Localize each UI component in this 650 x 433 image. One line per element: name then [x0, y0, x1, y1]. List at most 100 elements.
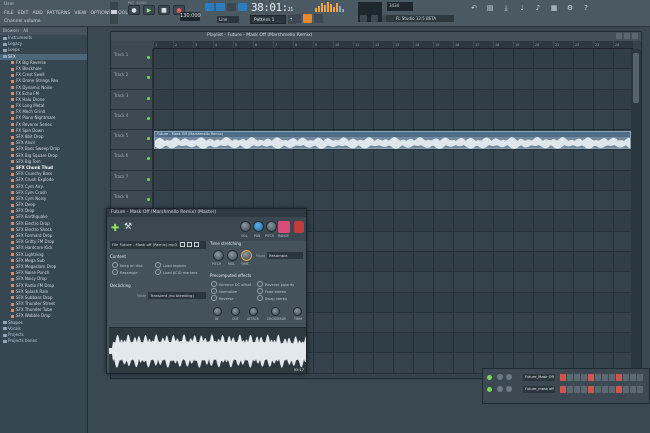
ts-mode-select[interactable]: Resample [267, 252, 303, 259]
track-lane[interactable] [153, 150, 633, 170]
microphone-icon[interactable]: ♩ [518, 4, 526, 12]
browser-header[interactable]: Browser - All [0, 27, 87, 35]
track-mute-led[interactable] [147, 76, 150, 80]
wait-icon[interactable] [216, 3, 225, 11]
channel-mute-led[interactable] [487, 387, 492, 392]
snap-mode-select[interactable]: Line [217, 16, 239, 23]
menu-options[interactable]: OPTIONS [90, 11, 111, 16]
plugin-icon[interactable]: ♪ [534, 4, 542, 12]
channel-mute-led[interactable] [487, 375, 492, 380]
wrench-icon[interactable]: ⚒ [124, 222, 132, 232]
channel-name-button[interactable]: Future_mask off [523, 386, 555, 393]
sample-window-title[interactable]: Future - Mask Off (Marshmello Remix) (Ma… [107, 209, 306, 217]
playlist-titlebar[interactable]: Playlist - Future - Mask Off (Marshmello… [111, 32, 641, 41]
open-file-icon[interactable] [180, 242, 185, 247]
keep-on-disk-option[interactable]: Keep on disk [112, 262, 143, 268]
ts-pitch-knob[interactable] [213, 250, 224, 261]
audio-clip[interactable]: Future - Mask Off (Marshmello Remix) [154, 131, 631, 150]
pitch-knob[interactable] [266, 221, 277, 232]
menu-edit[interactable]: EDIT [18, 11, 29, 16]
blend-notes-icon[interactable] [314, 14, 323, 23]
pattern-selector[interactable]: Pattern 1 [250, 15, 286, 24]
track-header[interactable]: Track 3 [111, 89, 153, 109]
tempo-display[interactable]: 130.000 [180, 12, 201, 21]
range-button[interactable] [278, 221, 290, 233]
track-select-button[interactable] [294, 221, 304, 233]
channel-settings-icon[interactable]: ✚ [111, 223, 119, 234]
remove-dc-offset-option[interactable]: Remove DC offset [211, 281, 251, 287]
save-icon[interactable]: ▤ [486, 4, 494, 12]
crossfade-knob[interactable] [271, 307, 280, 316]
track-lane[interactable]: Future - Mask Off (Marshmello Remix) [153, 130, 633, 150]
declick-mode-select[interactable]: Transient (no bleeding) [148, 292, 206, 299]
track-mute-led[interactable] [147, 56, 150, 59]
playlist-scrollbar[interactable] [631, 49, 641, 379]
reverse-polarity-option[interactable]: Reverse polarity [257, 281, 294, 287]
undo-icon[interactable]: ↶ [470, 4, 478, 12]
sample-waveform[interactable]: 03:17 [109, 327, 306, 373]
pat-song-toggle[interactable]: ● [128, 5, 140, 15]
out-knob[interactable] [231, 307, 240, 316]
volume-knob[interactable] [240, 221, 251, 232]
stop-button[interactable]: ■ [158, 5, 170, 15]
channel-volume-knob[interactable] [497, 386, 503, 392]
track-lane[interactable] [153, 170, 633, 191]
channel-pan-knob[interactable] [506, 374, 512, 380]
track-header[interactable]: Track 2 [111, 69, 153, 89]
playlist-tools[interactable] [111, 41, 153, 49]
timeline-ruler[interactable]: 1 2 3 4 5 6 7 8 9 10 11 12 13 14 15 16 17 18 19 20 21 22 23 24 [153, 41, 633, 49]
track-header[interactable]: Track 6 [111, 150, 153, 170]
song-time-display[interactable]: 38:01:21 [251, 1, 293, 14]
browser-icon[interactable]: ▦ [550, 4, 558, 12]
export-icon[interactable]: ⤓ [502, 4, 510, 12]
swap-stereo-option[interactable]: Swap stereo [257, 295, 287, 301]
track-lane[interactable] [153, 69, 633, 89]
load-regions-option[interactable]: Load regions [155, 262, 186, 268]
help-icon[interactable]: ? [582, 4, 590, 12]
piano-roll-icon[interactable] [371, 15, 378, 22]
track-header[interactable]: Track 4 [111, 109, 153, 130]
track-mute-led[interactable] [147, 157, 150, 161]
loop-record-icon[interactable] [238, 3, 247, 11]
menu-patterns[interactable]: PATTERNS [47, 11, 71, 16]
settings-icon[interactable]: ⚙ [566, 4, 574, 12]
news-ticker[interactable]: FL Studio 12.5 BETA [386, 15, 454, 22]
normalize-option[interactable]: Normalize [211, 288, 237, 294]
load-acid-markers-option[interactable]: Load ACID markers [155, 269, 197, 275]
pan-knob[interactable] [253, 221, 264, 232]
track-mute-led[interactable] [147, 177, 150, 181]
reverse-option[interactable]: Reverse [211, 295, 233, 301]
ts-time-knob[interactable] [241, 250, 252, 261]
close-icon[interactable] [632, 33, 638, 39]
step-edit-icon[interactable] [303, 14, 312, 23]
track-mute-led[interactable] [147, 137, 150, 141]
ts-mul-knob[interactable] [227, 250, 238, 261]
track-header[interactable]: Track 1 [111, 49, 153, 69]
fade-stereo-option[interactable]: Fade stereo [257, 288, 286, 294]
edit-file-icon[interactable] [187, 242, 192, 247]
metronome-icon[interactable] [205, 3, 214, 11]
channel-pan-knob[interactable] [506, 386, 512, 392]
channel-name-button[interactable]: Future_Mask Off [523, 374, 555, 381]
menu-view[interactable]: VIEW [74, 11, 86, 16]
menu-add[interactable]: ADD [32, 11, 42, 16]
resample-option[interactable]: Resample [112, 269, 138, 275]
track-lane[interactable] [153, 89, 633, 109]
menu-file[interactable]: FILE [4, 11, 14, 16]
trim-knob[interactable] [293, 307, 302, 316]
channel-volume-knob[interactable] [497, 374, 503, 380]
file-field[interactable]: File Future - Mask off (Remix).mp3 [110, 241, 206, 249]
typing-keyboard-icon[interactable] [292, 14, 301, 23]
track-mute-led[interactable] [147, 198, 150, 202]
master-volume-slider[interactable] [110, 2, 118, 24]
track-mute-led[interactable] [147, 96, 150, 100]
track-lane[interactable] [153, 109, 633, 130]
play-button[interactable]: ▶ [143, 5, 155, 15]
attack-knob[interactable] [249, 307, 258, 316]
track-lane[interactable] [153, 49, 633, 69]
browser-folder[interactable]: Projects bones [0, 338, 87, 344]
maximize-icon[interactable] [624, 33, 630, 39]
minimize-icon[interactable] [616, 33, 622, 39]
track-header[interactable]: Track 5 [111, 130, 153, 150]
track-mute-led[interactable] [147, 116, 150, 120]
